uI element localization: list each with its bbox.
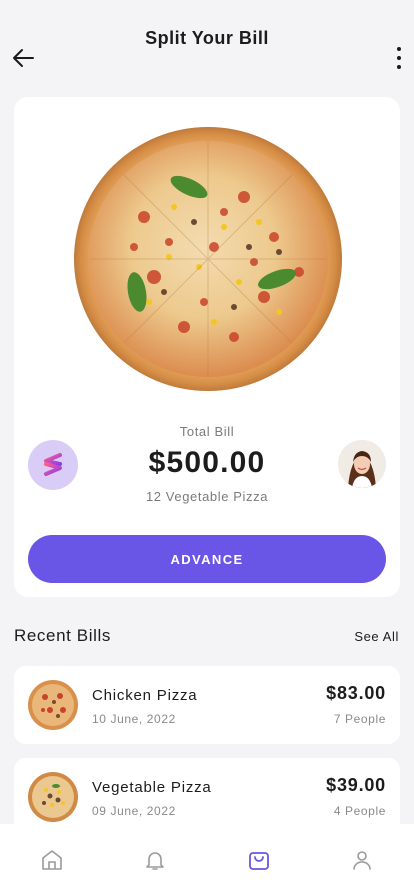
avatar[interactable] [338,440,386,488]
back-button[interactable] [11,45,37,71]
user-icon [353,851,372,870]
bill-people-count: 4 People [333,804,386,818]
pizza-thumbnail [28,680,78,730]
pizza-thumbnail [28,772,78,822]
more-vertical-icon [397,47,401,51]
bill-amount: $83.00 [326,683,386,703]
total-bill-label: Total Bill [179,424,235,439]
bell-icon [146,852,165,870]
tab-orders[interactable] [207,824,311,896]
see-all-link[interactable]: See All [354,629,399,644]
bill-name: Chicken Pizza [92,687,198,704]
bill-date: 10 June, 2022 [92,712,176,726]
top-app-bar: Split Your Bill [0,0,414,96]
pizza-image [74,127,342,391]
shopping-bag-icon [248,852,269,870]
bill-summary-card: Total Bill $500.00 12 Vegetable Pizza AD… [14,97,400,597]
home-icon [41,850,62,870]
recent-bills-title: Recent Bills [14,626,111,645]
page-title: Split Your Bill [145,28,269,48]
bill-name: Vegetable Pizza [92,779,212,796]
tab-notifications[interactable] [104,824,208,896]
arrow-left-icon [13,49,34,67]
tab-home[interactable] [0,824,104,896]
bill-people-count: 7 People [333,712,386,726]
bill-date: 09 June, 2022 [92,804,176,818]
list-item[interactable]: Chicken Pizza 10 June, 2022 $83.00 7 Peo… [14,666,400,744]
bill-amount: $39.00 [326,775,386,795]
bottom-tab-bar [0,824,414,896]
person-photo-icon [338,440,386,488]
order-description: 12 Vegetable Pizza [145,489,269,504]
advance-button[interactable]: ADVANCE [28,535,386,583]
more-options-button[interactable] [394,45,404,71]
tab-profile[interactable] [311,824,414,896]
